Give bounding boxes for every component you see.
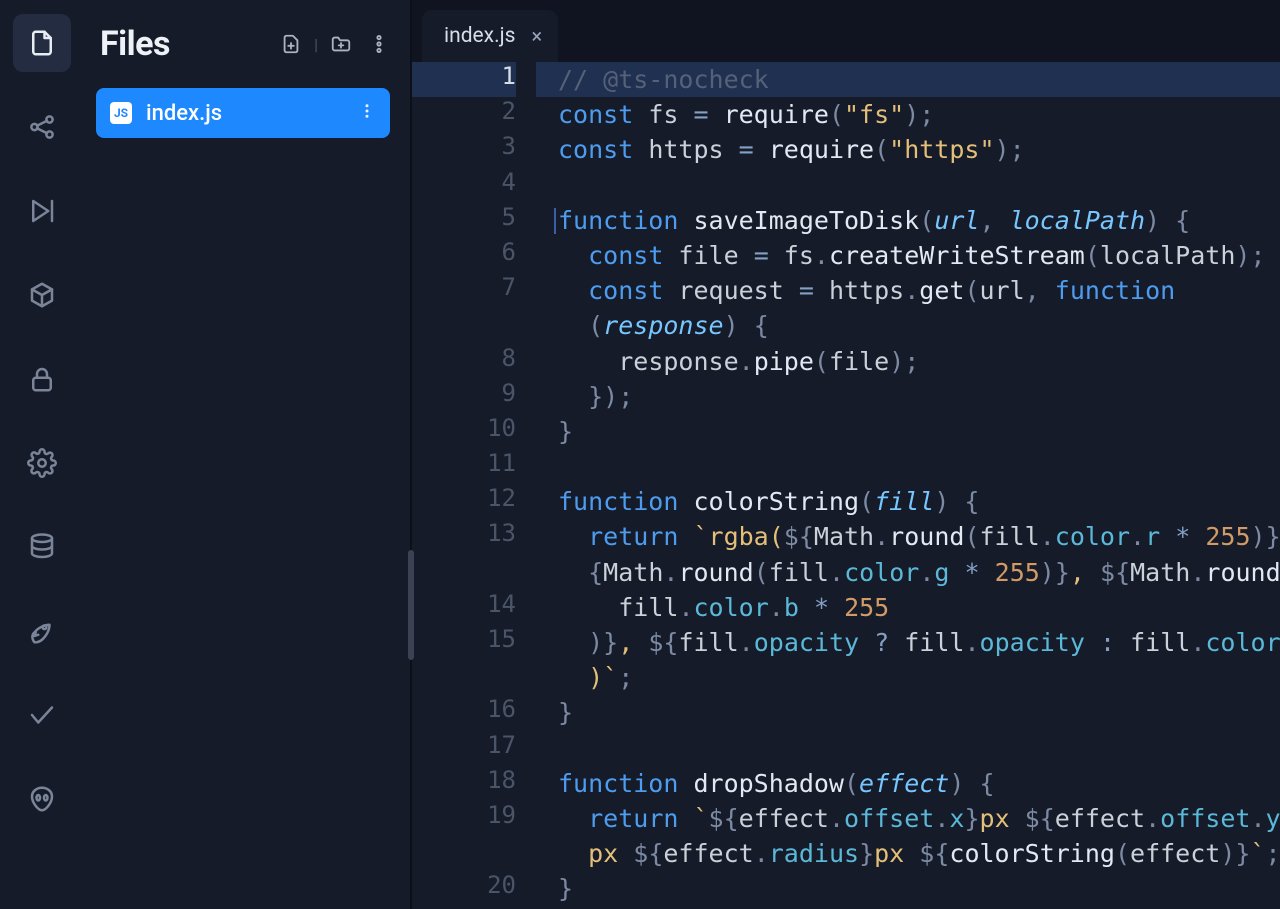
code-line[interactable]: function saveImageToDisk(url, localPath)… [536,203,1280,238]
code-line[interactable]: const https = require("https"); [536,132,1280,167]
line-number: 15 [412,625,516,660]
file-list: JS index.js [90,88,396,138]
code-line[interactable]: function dropShadow(effect) { [536,766,1280,801]
line-number [412,836,516,871]
new-file-icon[interactable] [278,31,304,57]
line-number: 10 [412,414,516,449]
deploy-icon[interactable] [13,602,71,660]
line-number: 12 [412,484,516,519]
line-number [412,308,516,343]
editor-area: index.js × 12345678910111213141516171819… [412,0,1280,909]
line-number: 18 [412,766,516,801]
line-gutter: 1234567891011121314151617181920 [412,62,536,909]
code-line[interactable]: function colorString(fill) { [536,484,1280,519]
code-line[interactable]: response.pipe(file); [536,344,1280,379]
code-line[interactable]: } [536,695,1280,730]
code-line[interactable]: const file = fs.createWriteStream(localP… [536,238,1280,273]
line-number: 6 [412,238,516,273]
files-actions: | [278,31,392,57]
tab-label: index.js [444,24,516,48]
close-icon[interactable]: × [532,26,543,46]
file-item-indexjs[interactable]: JS index.js [96,88,390,138]
line-number: 16 [412,695,516,730]
js-badge-icon: JS [110,102,132,124]
line-number: 17 [412,731,516,766]
tab-indexjs[interactable]: index.js × [422,10,558,62]
code-line[interactable] [536,168,1280,203]
files-panel: Files | JS index.js [84,0,412,909]
line-number: 2 [412,97,516,132]
code-content[interactable]: // @ts-nocheckconst fs = require("fs");c… [536,62,1280,909]
gear-icon[interactable] [13,434,71,492]
line-number: 4 [412,168,516,203]
line-number: 9 [412,379,516,414]
file-name: index.js [146,101,222,126]
run-icon[interactable] [13,182,71,240]
file-more-icon[interactable] [358,101,376,126]
separator: | [314,35,318,54]
code-line[interactable]: (response) { [536,308,1280,343]
code-line[interactable]: {Math.round(fill.color.g * 255)}, ${Math… [536,555,1280,590]
code-line[interactable]: )}, ${fill.opacity ? fill.opacity : fill… [536,625,1280,660]
files-header: Files | [90,14,396,88]
line-number: 13 [412,519,516,554]
line-number: 20 [412,871,516,906]
code-line[interactable]: return `rgba(${Math.round(fill.color.r *… [536,519,1280,554]
activity-bar [0,0,84,909]
code-line[interactable]: // @ts-nocheck [536,62,1280,97]
line-number [412,555,516,590]
code-line[interactable]: px ${effect.radius}px ${colorString(effe… [536,836,1280,871]
code-line[interactable] [536,449,1280,484]
tab-bar: index.js × [412,0,1280,62]
code-line[interactable]: } [536,871,1280,906]
alien-icon[interactable] [13,770,71,828]
line-number: 3 [412,132,516,167]
line-number [412,660,516,695]
code-line[interactable]: } [536,414,1280,449]
code-line[interactable]: fill.color.b * 255 [536,590,1280,625]
code-line[interactable] [536,731,1280,766]
line-number: 8 [412,344,516,379]
files-icon[interactable] [13,14,71,72]
new-folder-icon[interactable] [328,31,354,57]
code-line[interactable]: )`; [536,660,1280,695]
panel-resize-handle[interactable] [408,550,414,660]
line-number: 19 [412,801,516,836]
database-icon[interactable] [13,518,71,576]
line-number: 7 [412,273,516,308]
share-icon[interactable] [13,98,71,156]
files-title: Files [100,24,170,64]
line-number: 11 [412,449,516,484]
line-number: 5 [412,203,516,238]
code-line[interactable]: const fs = require("fs"); [536,97,1280,132]
editor-body[interactable]: 1234567891011121314151617181920 // @ts-n… [412,62,1280,909]
lock-icon[interactable] [13,350,71,408]
line-number: 1 [412,62,516,97]
code-line[interactable]: return `${effect.offset.x}px ${effect.of… [536,801,1280,836]
more-icon[interactable] [366,31,392,57]
package-icon[interactable] [13,266,71,324]
code-line[interactable]: const request = https.get(url, function [536,273,1280,308]
check-icon[interactable] [13,686,71,744]
line-number: 14 [412,590,516,625]
code-line[interactable]: }); [536,379,1280,414]
